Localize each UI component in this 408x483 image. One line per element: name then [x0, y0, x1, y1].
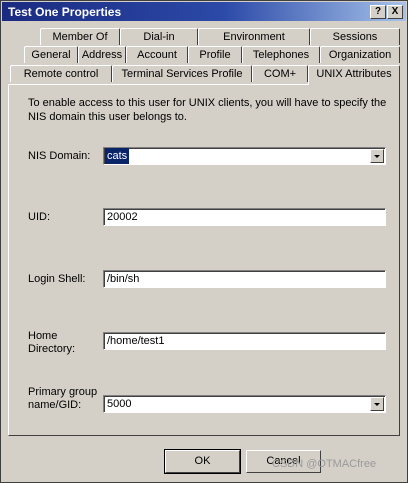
tab-telephones[interactable]: Telephones [242, 46, 320, 63]
uid-label: UID: [28, 211, 50, 223]
info-text: To enable access to this user for UNIX c… [28, 97, 387, 123]
tab-profile[interactable]: Profile [188, 46, 242, 63]
home-directory-label-line2: Directory: [28, 343, 76, 355]
primary-group-select[interactable]: 5000 [103, 395, 386, 413]
tab-member-of[interactable]: Member Of [40, 28, 120, 45]
nis-domain-label: NIS Domain: [28, 150, 91, 162]
primary-group-value: 5000 [107, 398, 132, 410]
watermark-text: CSDN @OTMACfree [272, 458, 377, 470]
nis-domain-select[interactable]: cats [103, 147, 386, 165]
close-button[interactable]: X [387, 5, 403, 19]
title-bar: Test One Properties ? X [2, 2, 406, 21]
tab-environment[interactable]: Environment [198, 28, 310, 45]
tab-unix-attributes[interactable]: UNIX Attributes [308, 65, 400, 85]
tab-com-plus[interactable]: COM+ [252, 65, 308, 82]
chevron-down-icon[interactable] [370, 149, 384, 163]
tab-address[interactable]: Address [78, 46, 126, 63]
home-directory-label-line1: Home [28, 330, 58, 342]
tab-sessions[interactable]: Sessions [310, 28, 400, 45]
chevron-down-icon[interactable] [370, 397, 384, 411]
tab-panel [8, 84, 400, 436]
tab-general[interactable]: General [24, 46, 78, 63]
tab-remote-control[interactable]: Remote control [10, 65, 112, 82]
tab-organization[interactable]: Organization [320, 46, 400, 63]
uid-input[interactable]: 20002 [103, 208, 386, 226]
primary-group-label-line1: Primary group [28, 386, 98, 398]
login-shell-label: Login Shell: [28, 273, 86, 285]
primary-group-label-line2: name/GID: [28, 399, 82, 411]
tab-terminal-services-profile[interactable]: Terminal Services Profile [112, 65, 252, 82]
nis-domain-value: cats [105, 148, 130, 164]
help-button[interactable]: ? [370, 5, 386, 19]
tab-dial-in[interactable]: Dial-in [120, 28, 198, 45]
window-title: Test One Properties [8, 5, 122, 19]
ok-button[interactable]: OK [164, 449, 241, 474]
tab-account[interactable]: Account [126, 46, 188, 63]
login-shell-input[interactable]: /bin/sh [103, 270, 386, 288]
home-directory-input[interactable]: /home/test1 [103, 332, 386, 350]
